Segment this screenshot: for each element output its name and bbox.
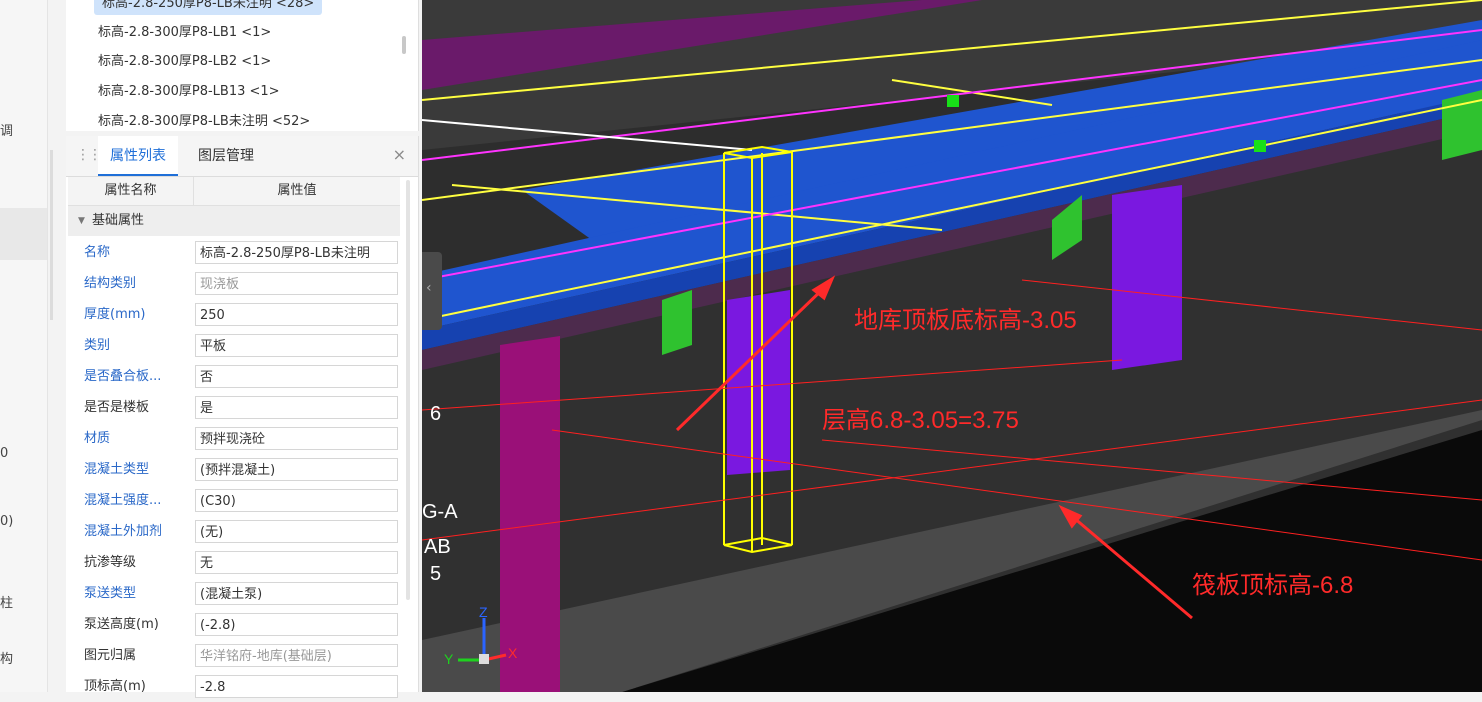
annotation-slab-bottom-elevation: 地库顶板底标高-3.05 bbox=[854, 307, 1077, 334]
property-row[interactable]: 混凝土强度... (C30) bbox=[68, 485, 400, 516]
property-group-basic[interactable]: ▼ 基础属性 bbox=[68, 206, 400, 236]
property-name: 厚度(mm) bbox=[84, 307, 146, 322]
properties-panel: ⋮⋮ 属性列表 图层管理 × 属性名称 属性值 ▼ 基础属性 名称 标高-2.8-… bbox=[66, 136, 419, 698]
property-value-field[interactable]: (C30) bbox=[195, 489, 398, 512]
properties-scrollbar[interactable] bbox=[406, 180, 410, 600]
property-row[interactable]: 图元归属 华洋铭府-地库(基础层) bbox=[68, 640, 400, 671]
property-row[interactable]: 顶标高(m) -2.8 bbox=[68, 671, 400, 702]
property-value-field[interactable]: 标高-2.8-250厚P8-LB未注明 bbox=[195, 241, 398, 264]
grid-label: G-A bbox=[422, 501, 458, 523]
property-row[interactable]: 混凝土类型 (预拌混凝土) bbox=[68, 454, 400, 485]
purple-column bbox=[727, 290, 790, 475]
property-name: 结构类别 bbox=[84, 276, 137, 291]
close-icon[interactable]: × bbox=[393, 145, 406, 164]
left-strip-fragment: 构 bbox=[0, 652, 14, 667]
property-table-header: 属性名称 属性值 bbox=[68, 177, 400, 206]
property-name: 混凝土强度... bbox=[84, 493, 162, 508]
property-name: 泵送高度(m) bbox=[84, 617, 159, 632]
group-label: 基础属性 bbox=[92, 213, 145, 228]
property-rows: 名称 标高-2.8-250厚P8-LB未注明结构类别 现浇板厚度(mm) 250 类别 平… bbox=[68, 237, 400, 702]
property-value-field[interactable]: 无 bbox=[195, 551, 398, 574]
drag-handle-icon[interactable]: ⋮⋮ bbox=[76, 147, 102, 163]
panel-collapse-handle[interactable]: ‹ bbox=[422, 252, 442, 330]
property-value-field[interactable]: 否 bbox=[195, 365, 398, 388]
list-item[interactable]: 标高-2.8-300厚P8-LB13 <1> bbox=[98, 81, 280, 103]
left-strip-fragment: 0 bbox=[0, 446, 9, 461]
list-item[interactable]: 标高-2.8-250厚P8-LB未注明 <28> bbox=[94, 0, 323, 15]
left-strip-fragment: 0) bbox=[0, 514, 14, 529]
property-value-field[interactable]: 华洋铭府-地库(基础层) bbox=[195, 644, 398, 667]
annotation-raft-top-elevation: 筏板顶标高-6.8 bbox=[1192, 572, 1353, 599]
splitter-scrollbar[interactable] bbox=[50, 150, 53, 320]
property-name: 名称 bbox=[84, 245, 111, 260]
list-scrollbar[interactable] bbox=[402, 36, 406, 54]
property-value-field[interactable]: (预拌混凝土) bbox=[195, 458, 398, 481]
grid-label: 5 bbox=[430, 563, 441, 585]
property-row[interactable]: 类别 平板 bbox=[68, 330, 400, 361]
property-row[interactable]: 材质 预拌现浇砼 bbox=[68, 423, 400, 454]
property-name: 混凝土类型 bbox=[84, 462, 150, 477]
left-strip-fragment: 柱 bbox=[0, 596, 14, 611]
green-marker bbox=[947, 95, 959, 107]
component-list: 标高-2.8-250厚P8-LB未注明 <28> 标高-2.8-300厚P8-L… bbox=[66, 0, 419, 131]
property-name: 是否叠合板... bbox=[84, 369, 162, 384]
grid-label: 6 bbox=[430, 403, 441, 425]
property-value-field[interactable]: (-2.8) bbox=[195, 613, 398, 636]
property-name: 混凝土外加剂 bbox=[84, 524, 163, 539]
property-row[interactable]: 厚度(mm) 250 bbox=[68, 299, 400, 330]
left-navigation-strip: 调 0 0) 柱 构 bbox=[0, 0, 48, 692]
axis-x-label: X bbox=[508, 645, 518, 661]
property-value-field[interactable]: 预拌现浇砼 bbox=[195, 427, 398, 450]
property-value-field[interactable]: -2.8 bbox=[195, 675, 398, 698]
chevron-left-icon[interactable]: ‹ bbox=[426, 280, 432, 296]
left-strip-selected-item[interactable] bbox=[0, 208, 47, 260]
property-name: 是否是楼板 bbox=[84, 400, 150, 415]
property-name: 顶标高(m) bbox=[84, 679, 146, 694]
property-value-field[interactable]: (混凝土泵) bbox=[195, 582, 398, 605]
property-row[interactable]: 名称 标高-2.8-250厚P8-LB未注明 bbox=[68, 237, 400, 268]
grid-label: AB bbox=[424, 536, 451, 558]
3d-viewport[interactable]: 地库顶板底标高-3.05 层高6.8-3.05=3.75 筏板顶标高-6.8 6… bbox=[422, 0, 1482, 692]
list-item[interactable]: 标高-2.8-300厚P8-LB2 <1> bbox=[98, 51, 271, 73]
axis-z-label: Z bbox=[479, 604, 488, 620]
property-row[interactable]: 泵送类型 (混凝土泵) bbox=[68, 578, 400, 609]
property-name: 抗渗等级 bbox=[84, 555, 137, 570]
property-name: 泵送类型 bbox=[84, 586, 137, 601]
property-row[interactable]: 是否叠合板... 否 bbox=[68, 361, 400, 392]
green-marker bbox=[1254, 140, 1266, 152]
list-item[interactable]: 标高-2.8-300厚P8-LB1 <1> bbox=[98, 22, 271, 44]
axis-y-label: Y bbox=[444, 651, 454, 667]
property-name: 图元归属 bbox=[84, 648, 137, 663]
column-header-value: 属性值 bbox=[277, 183, 317, 198]
property-row[interactable]: 结构类别 现浇板 bbox=[68, 268, 400, 299]
property-row[interactable]: 混凝土外加剂 (无) bbox=[68, 516, 400, 547]
property-name: 类别 bbox=[84, 338, 111, 353]
property-value-field[interactable]: 是 bbox=[195, 396, 398, 419]
property-row[interactable]: 是否是楼板 是 bbox=[68, 392, 400, 423]
collapse-triangle-icon[interactable]: ▼ bbox=[78, 206, 85, 236]
property-row[interactable]: 泵送高度(m) (-2.8) bbox=[68, 609, 400, 640]
left-strip-fragment: 调 bbox=[0, 124, 14, 139]
property-value-field[interactable]: 250 bbox=[195, 303, 398, 326]
tab-layer-management[interactable]: 图层管理 bbox=[186, 136, 266, 176]
splitter[interactable] bbox=[48, 0, 66, 692]
property-value-field[interactable]: 平板 bbox=[195, 334, 398, 357]
column-header-name: 属性名称 bbox=[68, 177, 194, 205]
list-item[interactable]: 标高-2.8-300厚P8-LB未注明 <52> bbox=[98, 111, 310, 131]
property-row[interactable]: 抗渗等级 无 bbox=[68, 547, 400, 578]
property-value-field[interactable]: 现浇板 bbox=[195, 272, 398, 295]
magenta-column bbox=[500, 336, 560, 692]
annotation-floor-height: 层高6.8-3.05=3.75 bbox=[822, 407, 1019, 434]
panel-tabbar: ⋮⋮ 属性列表 图层管理 × bbox=[66, 136, 418, 177]
green-beam bbox=[662, 290, 692, 355]
property-name: 材质 bbox=[84, 431, 111, 446]
tab-property-list[interactable]: 属性列表 bbox=[98, 136, 178, 176]
property-value-field[interactable]: (无) bbox=[195, 520, 398, 543]
purple-column bbox=[1112, 185, 1182, 370]
3d-model-canvas[interactable]: 地库顶板底标高-3.05 层高6.8-3.05=3.75 筏板顶标高-6.8 6… bbox=[422, 0, 1482, 692]
